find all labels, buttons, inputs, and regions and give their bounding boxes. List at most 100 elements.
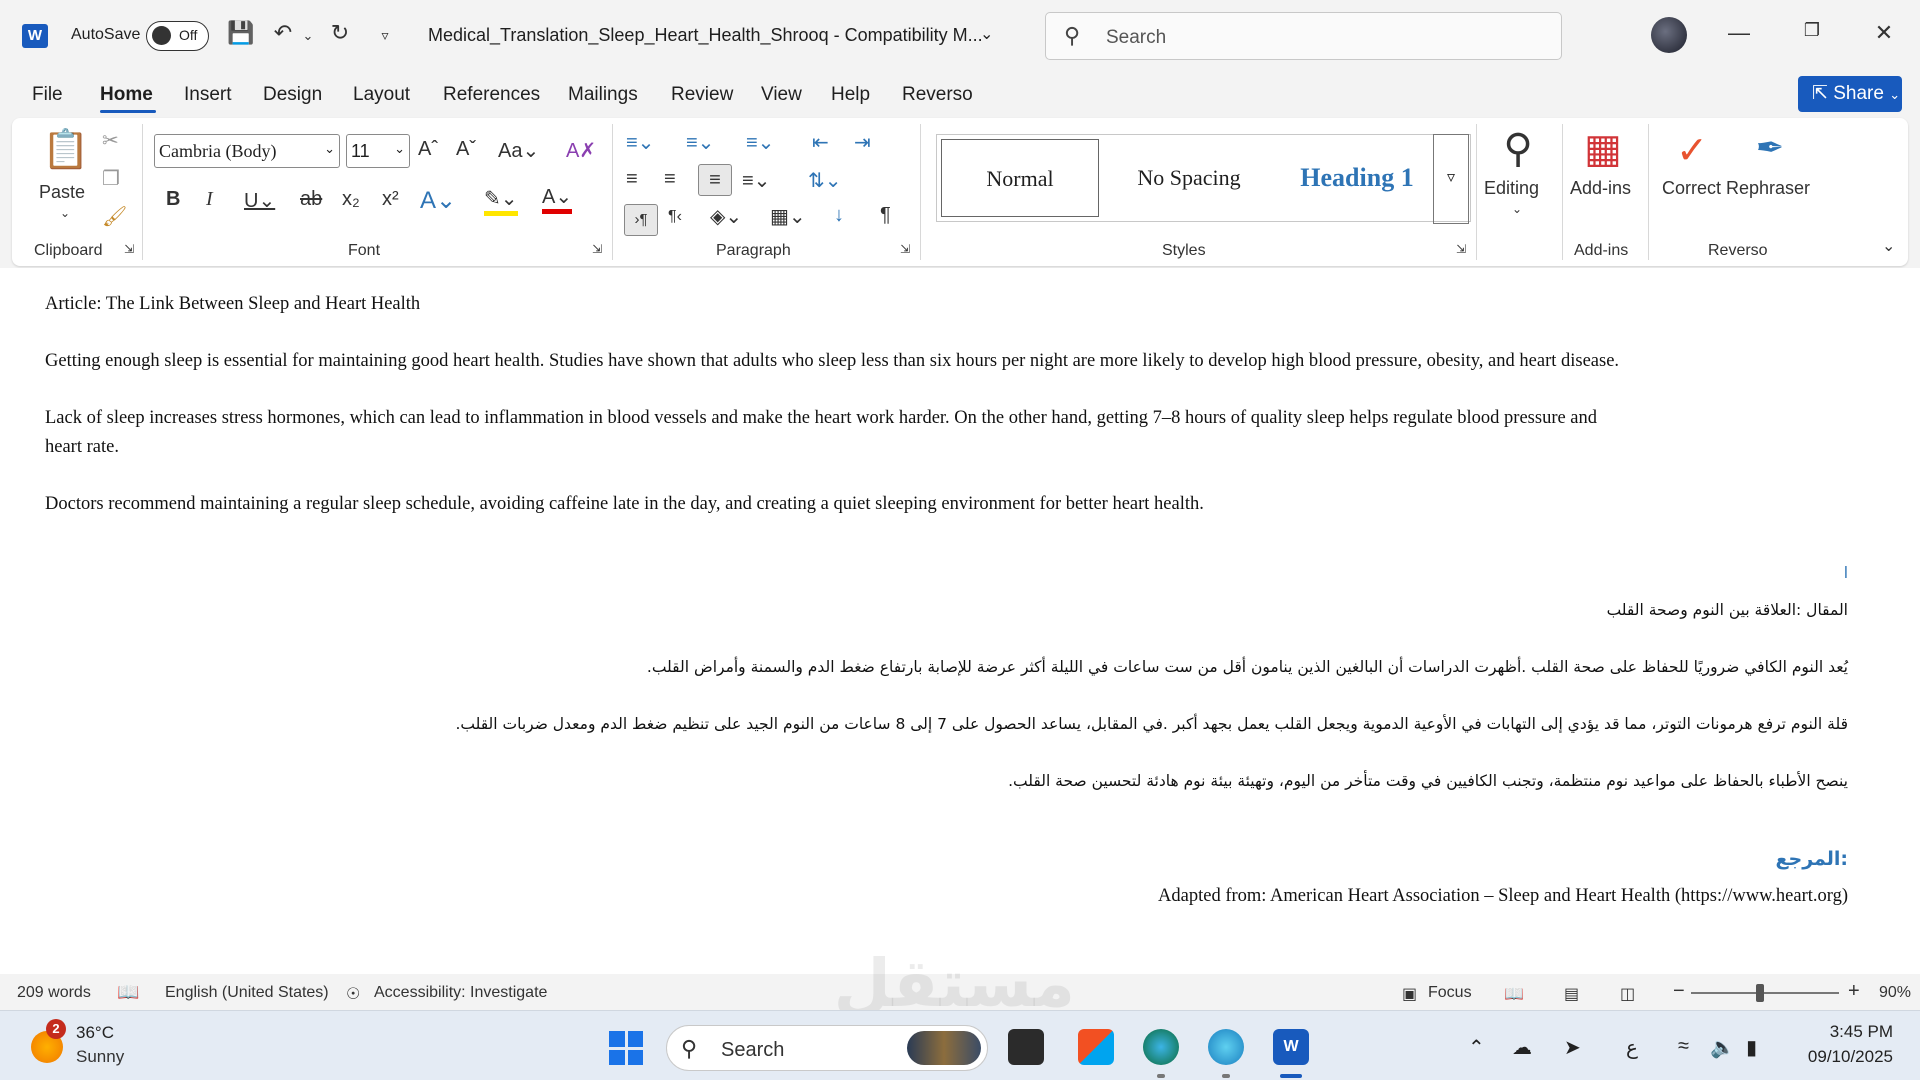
autosave-toggle[interactable]: Off bbox=[146, 21, 209, 51]
volume-icon[interactable]: 🔈 bbox=[1710, 1035, 1735, 1060]
weather-temp[interactable]: 36°C bbox=[76, 1023, 114, 1043]
edge-browser-icon[interactable] bbox=[1143, 1029, 1179, 1065]
correct-label[interactable]: Correct bbox=[1662, 178, 1721, 199]
microsoft-store-icon[interactable] bbox=[1078, 1029, 1114, 1065]
share-button[interactable]: ⇱ Share ⌄ bbox=[1798, 76, 1902, 112]
ltr-direction-icon[interactable]: ›¶ bbox=[624, 204, 658, 236]
focus-label[interactable]: Focus bbox=[1428, 984, 1472, 1002]
focus-icon[interactable]: ▣ bbox=[1402, 984, 1417, 1004]
multilevel-list-icon[interactable]: ≡⌄ bbox=[746, 130, 774, 155]
collapse-ribbon-icon[interactable]: ⌄ bbox=[1882, 236, 1895, 256]
avatar[interactable] bbox=[1651, 17, 1687, 53]
print-layout-icon[interactable]: ▤ bbox=[1564, 984, 1579, 1004]
zoom-slider-thumb[interactable] bbox=[1756, 984, 1764, 1002]
highlight-color-icon[interactable]: ✎⌄ bbox=[484, 186, 518, 216]
correct-check-icon[interactable]: ✓ bbox=[1670, 128, 1714, 173]
addins-grid-icon[interactable]: ▦ bbox=[1578, 126, 1628, 172]
numbering-icon[interactable]: ≡⌄ bbox=[686, 130, 714, 155]
font-size-select[interactable]: 11 ⌄ bbox=[346, 134, 410, 168]
paste-icon[interactable]: 📋 bbox=[42, 128, 89, 172]
location-arrow-icon[interactable]: ➤ bbox=[1564, 1035, 1581, 1060]
justify-icon[interactable]: ≡⌄ bbox=[742, 168, 770, 193]
subscript-icon[interactable]: x₂ bbox=[342, 188, 360, 211]
change-case-icon[interactable]: Aa⌄ bbox=[498, 138, 539, 163]
superscript-icon[interactable]: x² bbox=[382, 188, 399, 211]
close-icon[interactable]: ✕ bbox=[1864, 20, 1904, 46]
task-view-icon[interactable] bbox=[1008, 1029, 1044, 1065]
line-spacing-icon[interactable]: ⇅⌄ bbox=[808, 168, 842, 193]
onedrive-cloud-icon[interactable]: ☁ bbox=[1512, 1035, 1532, 1060]
language-status[interactable]: English (United States) bbox=[165, 984, 329, 1002]
zoom-out-icon[interactable]: − bbox=[1673, 980, 1685, 1003]
web-layout-icon[interactable]: ◫ bbox=[1620, 984, 1635, 1004]
tab-view[interactable]: View bbox=[761, 84, 802, 106]
tab-review[interactable]: Review bbox=[671, 84, 733, 106]
addins-label[interactable]: Add-ins bbox=[1570, 178, 1631, 199]
battery-icon[interactable]: ▮ bbox=[1746, 1035, 1757, 1060]
zoom-level[interactable]: 90% bbox=[1879, 984, 1911, 1002]
bold-icon[interactable]: B bbox=[166, 188, 180, 211]
accessibility-status[interactable]: Accessibility: Investigate bbox=[374, 984, 547, 1002]
weather-condition[interactable]: Sunny bbox=[76, 1047, 124, 1067]
sort-icon[interactable]: ↓ bbox=[834, 204, 844, 227]
minimize-icon[interactable]: — bbox=[1719, 20, 1759, 46]
tab-design[interactable]: Design bbox=[263, 84, 322, 106]
font-color-icon[interactable]: A⌄ bbox=[542, 184, 573, 214]
tab-file[interactable]: File bbox=[32, 84, 63, 106]
restore-icon[interactable]: ❐ bbox=[1792, 20, 1832, 41]
paragraph-launcher-icon[interactable]: ⇲ bbox=[900, 242, 910, 256]
tab-reverso[interactable]: Reverso bbox=[902, 84, 973, 106]
show-hidden-icons-icon[interactable]: ⌃ bbox=[1468, 1035, 1485, 1060]
edge-dev-icon[interactable] bbox=[1208, 1029, 1244, 1065]
text-effects-icon[interactable]: A⌄ bbox=[420, 186, 456, 215]
cut-icon[interactable]: ✂ bbox=[102, 128, 119, 153]
search-box[interactable]: ⚲ Search bbox=[1045, 12, 1562, 60]
tab-insert[interactable]: Insert bbox=[184, 84, 232, 106]
rtl-direction-icon[interactable]: ¶‹ bbox=[668, 208, 682, 226]
align-left-icon[interactable]: ≡ bbox=[626, 168, 638, 191]
decrease-indent-icon[interactable]: ⇤ bbox=[812, 130, 829, 155]
input-language-indicator[interactable]: ع bbox=[1626, 1035, 1638, 1060]
align-right-icon[interactable]: ≡ bbox=[698, 164, 732, 196]
zoom-in-icon[interactable]: + bbox=[1848, 980, 1860, 1003]
read-mode-icon[interactable]: 📖 bbox=[1504, 984, 1524, 1004]
paste-label[interactable]: Paste bbox=[39, 182, 85, 203]
tab-home[interactable]: Home bbox=[100, 84, 153, 106]
tab-help[interactable]: Help bbox=[831, 84, 870, 106]
format-painter-icon[interactable]: 🖌 bbox=[102, 204, 127, 229]
document-title[interactable]: Medical_Translation_Sleep_Heart_Health_S… bbox=[428, 25, 983, 46]
show-formatting-icon[interactable]: ¶ bbox=[880, 204, 891, 227]
tab-references[interactable]: References bbox=[443, 84, 540, 106]
redo-icon[interactable]: ↻ bbox=[325, 20, 355, 46]
proofing-book-icon[interactable]: 📖 bbox=[117, 982, 139, 1003]
strikethrough-icon[interactable]: ab bbox=[300, 188, 322, 211]
word-taskbar-icon[interactable]: W bbox=[1273, 1029, 1309, 1065]
underline-icon[interactable]: U⌄ bbox=[244, 188, 275, 213]
clock-date[interactable]: 09/10/2025 bbox=[1795, 1047, 1893, 1067]
word-count[interactable]: 209 words bbox=[17, 984, 91, 1002]
accessibility-icon[interactable]: ☉ bbox=[346, 984, 360, 1004]
paste-dropdown-icon[interactable]: ⌄ bbox=[60, 206, 70, 220]
style-heading-1[interactable]: Heading 1 bbox=[1277, 135, 1437, 221]
rephraser-label[interactable]: Rephraser bbox=[1726, 178, 1810, 199]
align-center-icon[interactable]: ≡ bbox=[664, 168, 676, 191]
shading-icon[interactable]: ◈⌄ bbox=[710, 204, 742, 229]
font-launcher-icon[interactable]: ⇲ bbox=[592, 242, 602, 256]
start-windows-icon[interactable] bbox=[609, 1031, 643, 1065]
editing-search-icon[interactable]: ⚲ bbox=[1488, 126, 1548, 172]
styles-more-icon[interactable]: ▿ bbox=[1433, 134, 1469, 224]
tab-mailings[interactable]: Mailings bbox=[568, 84, 638, 106]
wifi-icon[interactable]: ≈ bbox=[1678, 1035, 1689, 1058]
styles-launcher-icon[interactable]: ⇲ bbox=[1456, 242, 1466, 256]
italic-icon[interactable]: I bbox=[206, 188, 213, 211]
taskbar-search[interactable]: ⚲ Search bbox=[666, 1025, 988, 1071]
bullets-icon[interactable]: ≡⌄ bbox=[626, 130, 654, 155]
document-area[interactable]: Article: The Link Between Sleep and Hear… bbox=[0, 268, 1920, 974]
clipboard-launcher-icon[interactable]: ⇲ bbox=[124, 242, 134, 256]
rephraser-feather-icon[interactable]: ✒ bbox=[1748, 128, 1792, 168]
editing-label[interactable]: Editing bbox=[1484, 178, 1539, 199]
title-chevron-down-icon[interactable]: ⌄ bbox=[980, 24, 993, 44]
increase-indent-icon[interactable]: ⇥ bbox=[854, 130, 871, 155]
clear-formatting-icon[interactable]: A✗ bbox=[566, 138, 596, 163]
editing-chevron-icon[interactable]: ⌄ bbox=[1512, 202, 1522, 216]
